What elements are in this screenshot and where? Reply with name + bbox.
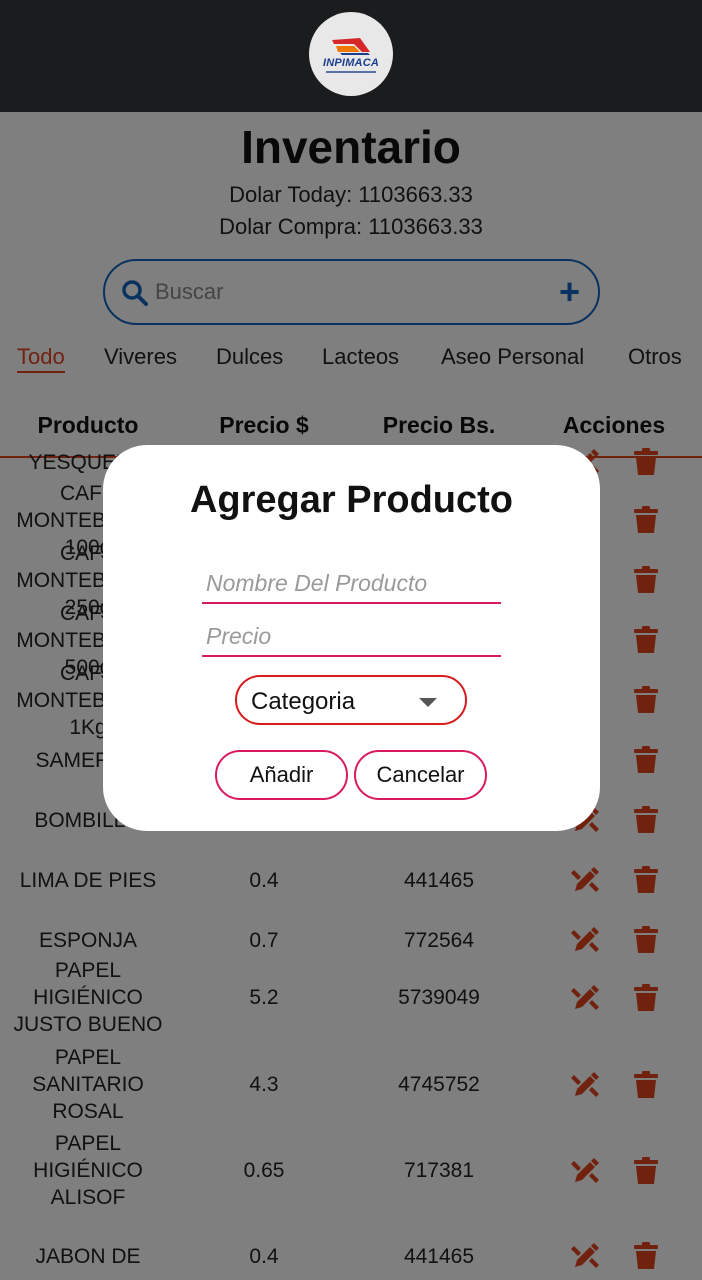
product-name-field[interactable] xyxy=(202,564,501,604)
app-logo: INPIMACA xyxy=(309,12,393,96)
category-select-value: Categoria xyxy=(251,688,356,715)
add-button[interactable]: Añadir xyxy=(215,750,348,800)
logo-mark-icon xyxy=(332,37,370,55)
logo-underline xyxy=(326,70,376,73)
dialog-title: Agregar Producto xyxy=(189,479,514,521)
cancel-button[interactable]: Cancelar xyxy=(354,750,487,800)
category-select[interactable]: Categoria xyxy=(235,675,467,725)
chevron-down-icon xyxy=(419,698,437,707)
price-field[interactable] xyxy=(202,617,501,657)
logo-text: INPIMACA xyxy=(323,56,379,69)
top-bar: INPIMACA xyxy=(0,0,702,112)
add-product-dialog: Agregar Producto Categoria Añadir Cancel… xyxy=(103,445,600,831)
